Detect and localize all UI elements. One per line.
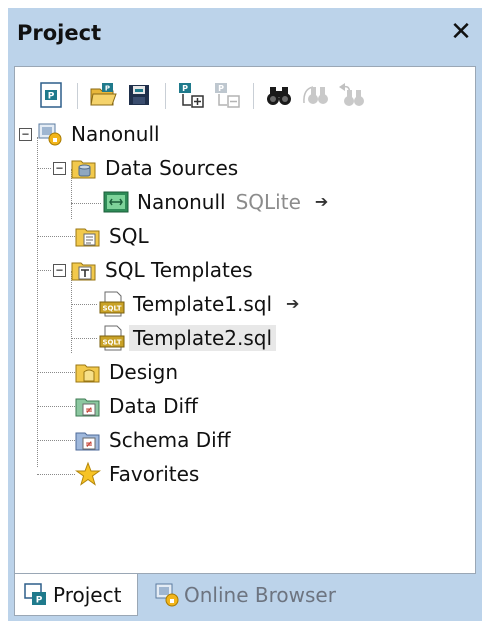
svg-text:≠: ≠ — [85, 440, 93, 450]
tree-item-schema-diff[interactable]: ≠ Schema Diff — [75, 425, 231, 455]
datasource-type-label: SQLite — [235, 190, 301, 214]
tree-item-label: Schema Diff — [109, 428, 231, 452]
active-arrow-icon: ➔ — [314, 194, 329, 211]
remove-from-project-icon[interactable]: P — [213, 81, 241, 109]
tree-item-label: Nanonull — [137, 190, 226, 214]
tree-item-label: Data Sources — [105, 156, 239, 180]
tree-item-datasource-nanonull[interactable]: Nanonull SQLite ➔ — [103, 187, 328, 217]
project-root-icon — [38, 123, 62, 146]
project-tab-icon: P — [24, 582, 46, 605]
schema-diff-folder-icon: ≠ — [75, 432, 100, 451]
svg-text:≠: ≠ — [85, 406, 93, 416]
tree-item-data-diff[interactable]: ≠ Data Diff — [75, 391, 198, 421]
tree-item-favorites[interactable]: Favorites — [75, 459, 199, 489]
tree-item-sql[interactable]: SQL — [75, 221, 149, 251]
pane-tabs: P Project Online Browser — [14, 574, 476, 621]
find-icon[interactable] — [265, 81, 293, 109]
data-sources-collapse-toggle[interactable]: − — [53, 162, 66, 175]
tree-item-label: Template2.sql — [129, 325, 277, 351]
tree-item-label: Data Diff — [109, 394, 198, 418]
tree-item-label: Nanonull — [71, 122, 160, 146]
tree-item-template2[interactable]: SQLT Template2.sql — [99, 323, 277, 353]
datasource-connection-icon — [103, 191, 129, 213]
tree-item-label: Favorites — [109, 462, 200, 486]
tree-item-design[interactable]: Design — [75, 357, 178, 387]
tree-item-label: Design — [109, 360, 179, 384]
project-tree: − − − Nanonull Data Sources Nanonull SQL… — [15, 117, 475, 557]
sql-templates-folder-icon — [71, 262, 96, 281]
star-icon — [75, 461, 101, 486]
tab-label: Project — [53, 582, 122, 607]
project-pane: Project ✕ P P P P − − − Nanonull Data So… — [8, 8, 482, 621]
sql-template-file-icon: SQLT — [99, 325, 125, 351]
replace-icon[interactable] — [337, 81, 365, 109]
svg-text:P: P — [182, 84, 188, 93]
tab-online-browser[interactable]: Online Browser — [148, 574, 378, 616]
new-project-icon[interactable]: P — [37, 81, 65, 109]
save-project-icon[interactable] — [125, 81, 153, 109]
open-project-icon[interactable]: P — [89, 81, 117, 109]
tree-item-label: SQL — [109, 224, 149, 248]
project-content: P P P P − − − Nanonull Data Sources Nano… — [14, 66, 476, 574]
tree-item-label: SQL Templates — [105, 258, 253, 282]
tree-item-data-sources[interactable]: Data Sources — [71, 153, 238, 183]
data-sources-folder-icon — [71, 160, 96, 179]
svg-text:SQLT: SQLT — [102, 339, 121, 347]
data-diff-folder-icon: ≠ — [75, 398, 100, 417]
tab-label: Online Browser — [184, 583, 336, 607]
project-toolbar: P P P P — [25, 79, 465, 113]
find-next-icon[interactable] — [301, 81, 329, 109]
add-to-project-icon[interactable]: P — [177, 81, 205, 109]
root-collapse-toggle[interactable]: − — [19, 128, 32, 141]
tree-item-label: Template1.sql — [133, 292, 273, 316]
sql-folder-icon — [75, 228, 100, 247]
close-button[interactable]: ✕ — [448, 18, 474, 46]
svg-text:SQLT: SQLT — [102, 305, 121, 313]
sql-templates-collapse-toggle[interactable]: − — [53, 264, 66, 277]
tree-item-project-root[interactable]: Nanonull — [37, 119, 160, 149]
pane-titlebar: Project ✕ — [8, 8, 482, 60]
online-browser-tab-icon — [155, 583, 179, 607]
tab-project[interactable]: P Project — [14, 574, 138, 616]
active-arrow-icon: ➔ — [286, 296, 300, 313]
pane-title: Project — [17, 21, 102, 45]
tree-item-sql-templates[interactable]: SQL Templates — [71, 255, 253, 285]
svg-text:P: P — [48, 92, 55, 102]
tree-item-template1[interactable]: SQLT Template1.sql ➔ — [99, 289, 299, 319]
sql-template-file-icon: SQLT — [99, 291, 125, 317]
svg-text:P: P — [36, 595, 43, 605]
design-folder-icon — [75, 364, 100, 383]
svg-text:P: P — [105, 85, 110, 93]
svg-text:P: P — [218, 84, 224, 93]
